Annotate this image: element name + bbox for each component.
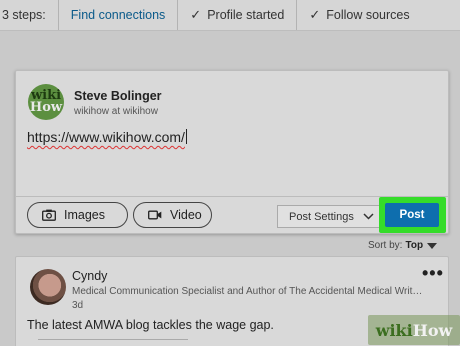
watermark-text: How — [412, 320, 453, 340]
sort-label: Sort by: — [368, 240, 403, 251]
step-label: Profile started — [207, 8, 285, 22]
video-label: Video — [170, 208, 202, 222]
sort-value: Top — [405, 240, 424, 251]
add-video-button[interactable]: Video — [133, 202, 212, 228]
post-button-highlight: Post — [379, 197, 446, 233]
steps-divider — [57, 0, 59, 30]
step-find-connections[interactable]: Find connections — [71, 8, 166, 22]
sort-by-dropdown[interactable]: Sort by: Top — [368, 240, 438, 251]
text-cursor — [185, 129, 187, 144]
camera-icon — [42, 209, 56, 221]
checkmark-icon: ✓ — [309, 7, 321, 23]
onboarding-steps-bar: 3 steps: Find connections ✓ Profile star… — [0, 0, 460, 31]
wikihow-watermark: wiki How — [368, 315, 460, 345]
more-options-icon[interactable]: ••• — [422, 263, 444, 284]
feed-author-name[interactable]: Cyndy — [72, 269, 107, 283]
author-name[interactable]: Steve Bolinger — [74, 89, 162, 103]
steps-lead: 3 steps: — [2, 8, 46, 22]
feed-author-headline: Medical Communication Specialist and Aut… — [72, 286, 424, 297]
step-follow-sources[interactable]: ✓ Follow sources — [309, 8, 409, 23]
chevron-down-icon — [363, 213, 374, 220]
steps-divider — [177, 0, 179, 30]
author-avatar: wiki How — [28, 84, 64, 120]
add-images-button[interactable]: Images — [27, 202, 128, 228]
steps-divider — [296, 0, 298, 30]
watermark-text: wiki — [375, 320, 413, 340]
feed-post-time: 3d — [72, 300, 84, 311]
video-camera-icon — [148, 210, 162, 220]
images-label: Images — [64, 208, 105, 222]
step-profile-started[interactable]: ✓ Profile started — [190, 8, 284, 23]
feed-author-avatar[interactable] — [30, 269, 66, 305]
step-label: Follow sources — [326, 8, 410, 22]
post-text-value: https://www.wikihow.com/ — [27, 129, 185, 145]
post-settings-label: Post Settings — [289, 210, 354, 223]
checkmark-icon: ✓ — [190, 7, 202, 23]
post-button[interactable]: Post — [385, 203, 439, 227]
post-text-input[interactable]: https://www.wikihow.com/ — [27, 129, 187, 145]
author-subtitle: wikihow at wikihow — [74, 106, 158, 117]
avatar-logo-text: How — [29, 100, 63, 115]
post-settings-dropdown[interactable]: Post Settings — [277, 205, 391, 228]
feed-post-text: The latest AMWA blog tackles the wage ga… — [27, 318, 274, 332]
dropdown-arrow-icon — [427, 242, 438, 249]
